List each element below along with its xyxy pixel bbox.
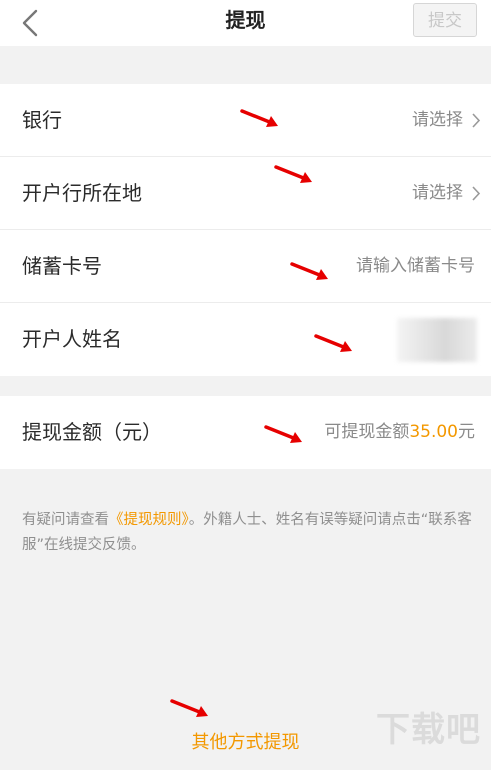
bank-location-row[interactable]: 开户行所在地 请选择 xyxy=(0,157,491,230)
submit-button[interactable]: 提交 xyxy=(413,3,477,37)
bank-select-value[interactable]: 请选择 xyxy=(412,84,463,157)
watermark-logo: 下载吧 xyxy=(376,710,481,750)
red-arrow-annotation xyxy=(290,262,328,280)
chevron-right-icon xyxy=(472,186,481,201)
header-bar: 提现 提交 xyxy=(0,0,491,46)
red-arrow-annotation xyxy=(170,699,208,717)
help-note: 有疑问请查看《提现规则》。外籍人士、姓名有误等疑问请点击“联系客服”在线提交反馈… xyxy=(22,508,477,558)
amount-label: 提现金额（元） xyxy=(22,420,162,444)
available-amount-suffix: 元 xyxy=(458,422,475,442)
bank-location-label: 开户行所在地 xyxy=(22,181,142,205)
bank-location-select-value[interactable]: 请选择 xyxy=(412,157,463,230)
help-note-part1: 有疑问请查看 xyxy=(22,512,109,528)
account-name-value-blurred xyxy=(397,318,477,362)
withdraw-rules-link[interactable]: 《提现规则》 xyxy=(109,512,189,528)
bank-label: 银行 xyxy=(22,108,62,132)
available-amount: 可提现金额35.00元 xyxy=(324,396,475,469)
chevron-right-icon xyxy=(472,113,481,128)
card-number-label: 储蓄卡号 xyxy=(22,254,102,278)
card-number-input[interactable]: 请输入储蓄卡号 xyxy=(356,230,475,303)
amount-card: 提现金额（元） 可提现金额35.00元 xyxy=(0,396,491,469)
account-name-row: 开户人姓名 xyxy=(0,303,491,376)
red-arrow-annotation xyxy=(264,425,302,443)
amount-row[interactable]: 提现金额（元） 可提现金额35.00元 xyxy=(0,396,491,469)
red-arrow-annotation xyxy=(274,165,312,183)
red-arrow-annotation xyxy=(314,334,352,352)
red-arrow-annotation xyxy=(240,109,278,127)
available-amount-number: 35.00 xyxy=(409,422,458,442)
account-name-label: 开户人姓名 xyxy=(22,327,122,351)
card-number-row: 储蓄卡号 请输入储蓄卡号 xyxy=(0,230,491,303)
available-amount-prefix: 可提现金额 xyxy=(324,422,410,442)
